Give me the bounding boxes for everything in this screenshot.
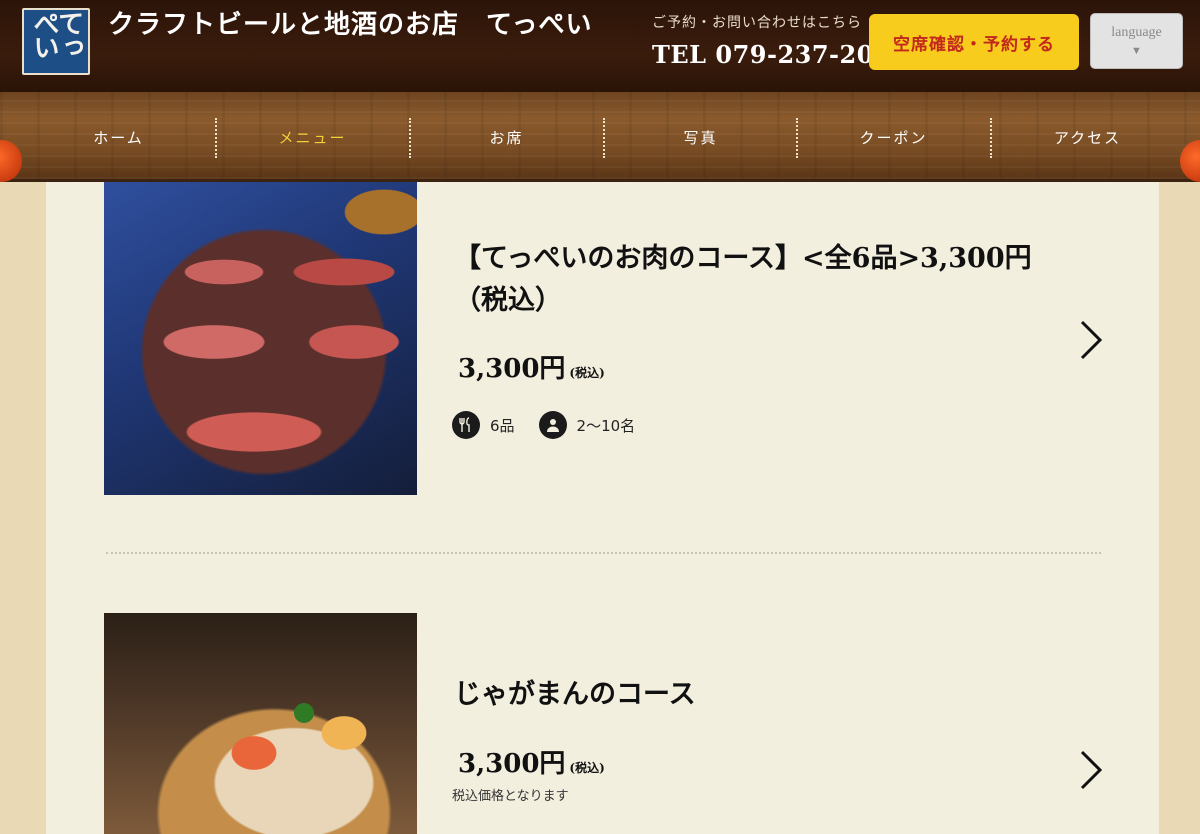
language-label: language (1111, 25, 1162, 40)
nav-item-home[interactable]: ホーム (22, 92, 215, 182)
party-size: 2〜10名 (576, 416, 636, 435)
reserve-button[interactable]: 空席確認・予約する (869, 14, 1079, 70)
logo-text: てっぺい (29, 10, 84, 58)
chevron-right-icon[interactable] (1076, 318, 1106, 362)
fork-knife-icon (452, 411, 480, 439)
course-meta: 6品 2〜10名 (452, 410, 659, 440)
tax-label: (税込) (569, 761, 605, 775)
site-header: てっぺい クラフトビールと地酒のお店 てっぺい ご予約・お問い合わせはこちら T… (0, 0, 1200, 92)
contact-note: ご予約・お問い合わせはこちら (652, 15, 862, 31)
chevron-right-icon[interactable] (1076, 748, 1106, 792)
price-note: 税込価格となります (452, 789, 569, 804)
site-title[interactable]: クラフトビールと地酒のお店 てっぺい (108, 8, 598, 42)
course-photo-meat[interactable] (104, 182, 417, 495)
price-value: 3,300円 (458, 354, 566, 384)
course-photo-jagaman[interactable] (104, 613, 417, 834)
course-title[interactable]: 【てっぺいのお肉のコース】<全6品>3,300円（税込） (454, 238, 1044, 322)
course-price: 3,300円 (税込) (458, 743, 605, 780)
price-value: 3,300円 (458, 749, 566, 779)
course-title[interactable]: じゃがまんのコース (454, 674, 1044, 716)
course-price: 3,300円 (税込) (458, 348, 605, 385)
nav-item-access[interactable]: アクセス (991, 92, 1184, 182)
course-list: 【てっぺいのお肉のコース】<全6品>3,300円（税込） 3,300円 (税込) … (46, 182, 1159, 834)
dish-count: 6品 (490, 416, 515, 435)
nav-item-seats[interactable]: お席 (410, 92, 603, 182)
nav-item-menu[interactable]: メニュー (216, 92, 409, 182)
nav-item-coupon[interactable]: クーポン (797, 92, 990, 182)
tax-label: (税込) (569, 366, 605, 380)
main-nav: ホーム メニュー お席 写真 クーポン アクセス (0, 92, 1200, 182)
chevron-down-icon: ▼ (1131, 45, 1142, 57)
course-divider (106, 552, 1101, 554)
shop-logo[interactable]: てっぺい (22, 8, 90, 75)
language-select[interactable]: language ▼ (1090, 13, 1183, 69)
nav-item-photos[interactable]: 写真 (604, 92, 797, 182)
person-icon (538, 411, 567, 439)
